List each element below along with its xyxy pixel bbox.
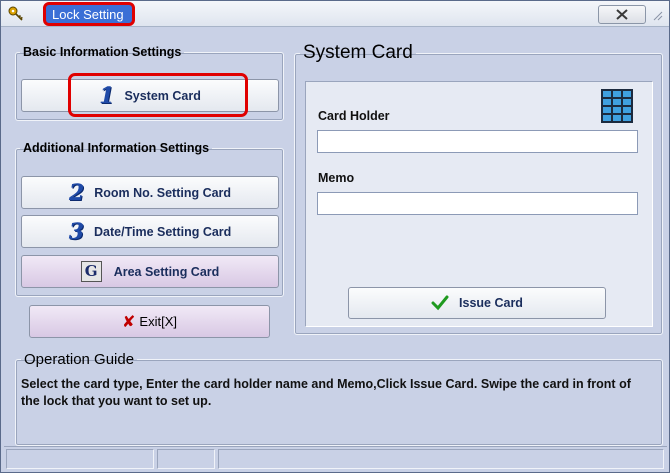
exit-label: Exit (139, 314, 162, 329)
operation-guide-text: Select the card type, Enter the card hol… (21, 377, 631, 408)
status-cell (157, 449, 215, 469)
issue-card-label: Issue Card (459, 296, 523, 310)
area-g-icon: G (80, 261, 102, 282)
window-title: Lock Setting (52, 7, 124, 22)
key-icon (8, 6, 23, 21)
basic-info-legend: Basic Information Settings (23, 45, 182, 59)
date-time-number: 3 (68, 218, 84, 245)
lock-setting-window: Lock Setting Basic Information Settings … (0, 0, 670, 473)
keypad-icon (601, 89, 633, 123)
area-setting-button[interactable]: G Area Setting Card (21, 255, 279, 288)
issue-card-button[interactable]: Issue Card (348, 287, 606, 319)
room-no-number: 2 (68, 179, 85, 206)
status-cell (218, 449, 664, 469)
date-time-setting-button[interactable]: 3 Date/Time Setting Card (21, 215, 279, 248)
status-bar (4, 446, 667, 471)
x-icon: ✘ (122, 313, 136, 331)
room-no-label: Room No. Setting Card (94, 185, 232, 200)
operation-guide-legend: Operation Guide (24, 351, 135, 368)
title-bar[interactable]: Lock Setting (1, 1, 669, 27)
card-holder-label: Card Holder (318, 109, 390, 123)
exit-button[interactable]: ✘ Exit [X] (29, 305, 270, 338)
client-area: Basic Information Settings 1 System Card… (4, 28, 667, 471)
resize-grip-icon (653, 11, 663, 21)
check-icon (431, 295, 449, 311)
date-time-label: Date/Time Setting Card (94, 224, 232, 239)
area-setting-label: Area Setting Card (113, 264, 220, 279)
close-button[interactable] (598, 5, 646, 24)
window-title-highlight: Lock Setting (43, 2, 135, 26)
memo-input[interactable] (317, 192, 638, 215)
memo-label: Memo (318, 171, 355, 185)
system-card-highlight (68, 73, 248, 117)
close-icon (616, 9, 628, 20)
status-cell (6, 449, 154, 469)
exit-shortcut: [X] (161, 314, 177, 329)
additional-info-legend: Additional Information Settings (23, 141, 210, 155)
card-holder-input[interactable] (317, 130, 638, 153)
system-card-legend: System Card (303, 42, 413, 63)
room-no-setting-button[interactable]: 2 Room No. Setting Card (21, 176, 279, 209)
